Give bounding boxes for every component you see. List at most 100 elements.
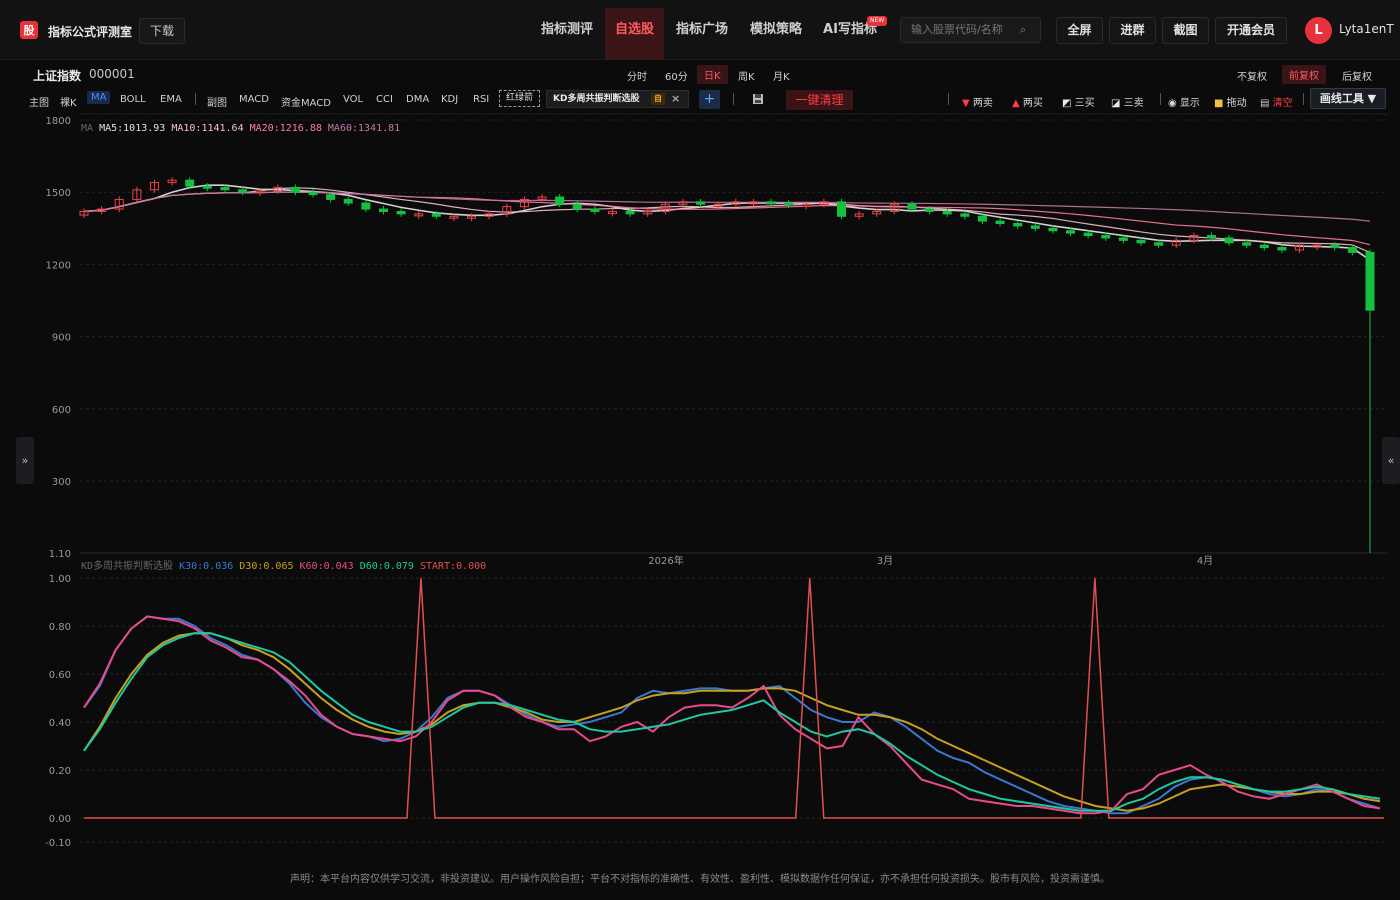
y-tick-label: 300 bbox=[52, 477, 71, 488]
one-key-clear-button[interactable]: 一键清理 bbox=[786, 90, 853, 110]
divider bbox=[733, 93, 734, 105]
tool-two-sell[interactable]: ▼ 两卖 bbox=[962, 94, 993, 109]
nav-indicator-square[interactable]: 指标广场 bbox=[671, 0, 733, 52]
candle bbox=[995, 220, 1005, 225]
save-icon[interactable] bbox=[752, 93, 764, 105]
join-group-button[interactable]: 进群 bbox=[1109, 17, 1156, 44]
fq-none[interactable]: 不复权 bbox=[1237, 68, 1267, 83]
period-60min[interactable]: 60分 bbox=[665, 68, 688, 83]
candle bbox=[1365, 251, 1375, 311]
nav-sim-strategy[interactable]: 模拟策略 bbox=[745, 0, 807, 52]
screenshot-button[interactable]: 截图 bbox=[1162, 17, 1209, 44]
ind-vol[interactable]: VOL bbox=[343, 94, 363, 105]
top-bar: 股 指标公式评测室 下载 指标测评 自选股 指标广场 模拟策略 AI写指标 NE… bbox=[0, 0, 1400, 60]
period-intraday[interactable]: 分时 bbox=[627, 68, 647, 83]
ind-ma[interactable]: MA bbox=[87, 91, 111, 104]
candle bbox=[167, 179, 177, 184]
candle bbox=[1295, 244, 1305, 251]
candle bbox=[537, 196, 547, 200]
period-daily[interactable]: 日K bbox=[697, 65, 728, 84]
fq-backward[interactable]: 后复权 bbox=[1342, 68, 1372, 83]
candle bbox=[1330, 244, 1340, 249]
vip-button[interactable]: 开通会员 bbox=[1215, 17, 1287, 44]
candle bbox=[837, 201, 847, 217]
nav-watchlist[interactable]: 自选股 bbox=[605, 8, 664, 60]
stock-name: 上证指数 bbox=[33, 69, 82, 83]
candle bbox=[1066, 230, 1076, 234]
fullscreen-button[interactable]: 全屏 bbox=[1056, 17, 1103, 44]
avatar[interactable]: L bbox=[1305, 17, 1332, 44]
candle bbox=[678, 201, 688, 205]
candle bbox=[925, 208, 935, 212]
candle bbox=[1242, 242, 1252, 246]
divider bbox=[948, 93, 949, 105]
ind-kdj[interactable]: KDJ bbox=[441, 94, 458, 105]
y-tick-label: 1.00 bbox=[49, 574, 71, 585]
ma-legend: MA MA5:1013.93 MA10:1141.64 MA20:1216.88… bbox=[81, 123, 400, 134]
candle bbox=[431, 213, 441, 217]
tool-label: 显示 bbox=[1179, 98, 1200, 109]
candle bbox=[907, 203, 917, 210]
candle bbox=[977, 215, 987, 222]
kd-tab-label: KD多周共振判断选股 bbox=[553, 94, 640, 104]
tool-three-buy[interactable]: ◩ 三买 bbox=[1062, 94, 1095, 109]
tab-kd-resonance[interactable]: KD多周共振判断选股 自 × bbox=[546, 90, 689, 108]
ind-red-green-arrow[interactable]: 红绿箭 bbox=[499, 90, 540, 107]
candle bbox=[854, 213, 864, 217]
close-icon[interactable]: × bbox=[671, 91, 680, 107]
ind-macd[interactable]: MACD bbox=[239, 94, 269, 105]
candle bbox=[1013, 223, 1023, 227]
search-icon[interactable]: ⌕ bbox=[1020, 23, 1026, 37]
period-monthly[interactable]: 月K bbox=[773, 68, 790, 83]
sub-gridlines bbox=[80, 552, 1388, 843]
ind-dma[interactable]: DMA bbox=[406, 94, 429, 105]
candle bbox=[79, 210, 89, 216]
candle bbox=[1277, 247, 1287, 251]
candle bbox=[1312, 244, 1322, 248]
tool-show[interactable]: ◉ 显示 bbox=[1168, 94, 1200, 109]
candle bbox=[555, 196, 565, 205]
expand-left-icon[interactable]: » bbox=[16, 437, 34, 484]
candle bbox=[643, 210, 653, 215]
ind-fund-macd[interactable]: 资金MACD bbox=[281, 94, 331, 109]
add-indicator-button[interactable]: + bbox=[699, 90, 720, 109]
d30-line bbox=[83, 632, 1381, 812]
username[interactable]: Lyta1enT bbox=[1339, 22, 1394, 36]
candle bbox=[1189, 235, 1199, 241]
tool-two-buy[interactable]: ▲ 两买 bbox=[1012, 94, 1043, 109]
tool-drag[interactable]: ■ 拖动 bbox=[1214, 94, 1247, 109]
time-label: 4月 bbox=[1197, 555, 1213, 567]
fq-forward[interactable]: 前复权 bbox=[1282, 65, 1326, 84]
candle bbox=[889, 203, 899, 212]
y-tick-label: 900 bbox=[52, 333, 71, 344]
d30-value: D30:0.065 bbox=[239, 561, 294, 572]
candle bbox=[1083, 232, 1093, 237]
period-weekly[interactable]: 周K bbox=[738, 68, 755, 83]
tool-three-sell[interactable]: ◪ 三卖 bbox=[1111, 94, 1144, 109]
disclaimer: 声明：本平台内容仅供学习交流，非投资建议。用户操作风险自担；平台不对指标的准确性… bbox=[290, 874, 1110, 885]
candle bbox=[220, 186, 230, 191]
start-line bbox=[84, 577, 1384, 819]
ind-cci[interactable]: CCI bbox=[376, 94, 393, 105]
candle bbox=[467, 215, 477, 219]
candle bbox=[960, 213, 970, 217]
app-logo-icon: 股 bbox=[20, 21, 38, 39]
draw-tools-button[interactable]: 画线工具 ▼ bbox=[1310, 88, 1386, 109]
tool-clear[interactable]: ▤ 清空 bbox=[1260, 94, 1293, 109]
nav-ai-indicator[interactable]: AI写指标 bbox=[819, 0, 881, 52]
ind-ema[interactable]: EMA bbox=[160, 94, 182, 105]
y-tick-label: 1800 bbox=[46, 116, 71, 127]
candle bbox=[696, 201, 706, 205]
expand-right-icon[interactable]: « bbox=[1382, 437, 1400, 484]
ind-rsi[interactable]: RSI bbox=[473, 94, 489, 105]
nav-indicator-eval[interactable]: 指标测评 bbox=[536, 0, 598, 52]
download-button[interactable]: 下载 bbox=[139, 18, 186, 44]
kline-chart: 1800 1500 1200 900 600 300 1.10 1.00 0.80 0.60 0.… bbox=[45, 113, 1388, 849]
ind-boll[interactable]: BOLL bbox=[120, 94, 146, 105]
candle bbox=[801, 203, 811, 207]
main-chart-label: 主图 bbox=[29, 98, 49, 109]
ind-bare-k[interactable]: 裸K bbox=[60, 94, 77, 109]
tool-label: 三卖 bbox=[1123, 98, 1144, 109]
candle bbox=[625, 210, 635, 215]
stock-code: 000001 bbox=[89, 67, 135, 81]
